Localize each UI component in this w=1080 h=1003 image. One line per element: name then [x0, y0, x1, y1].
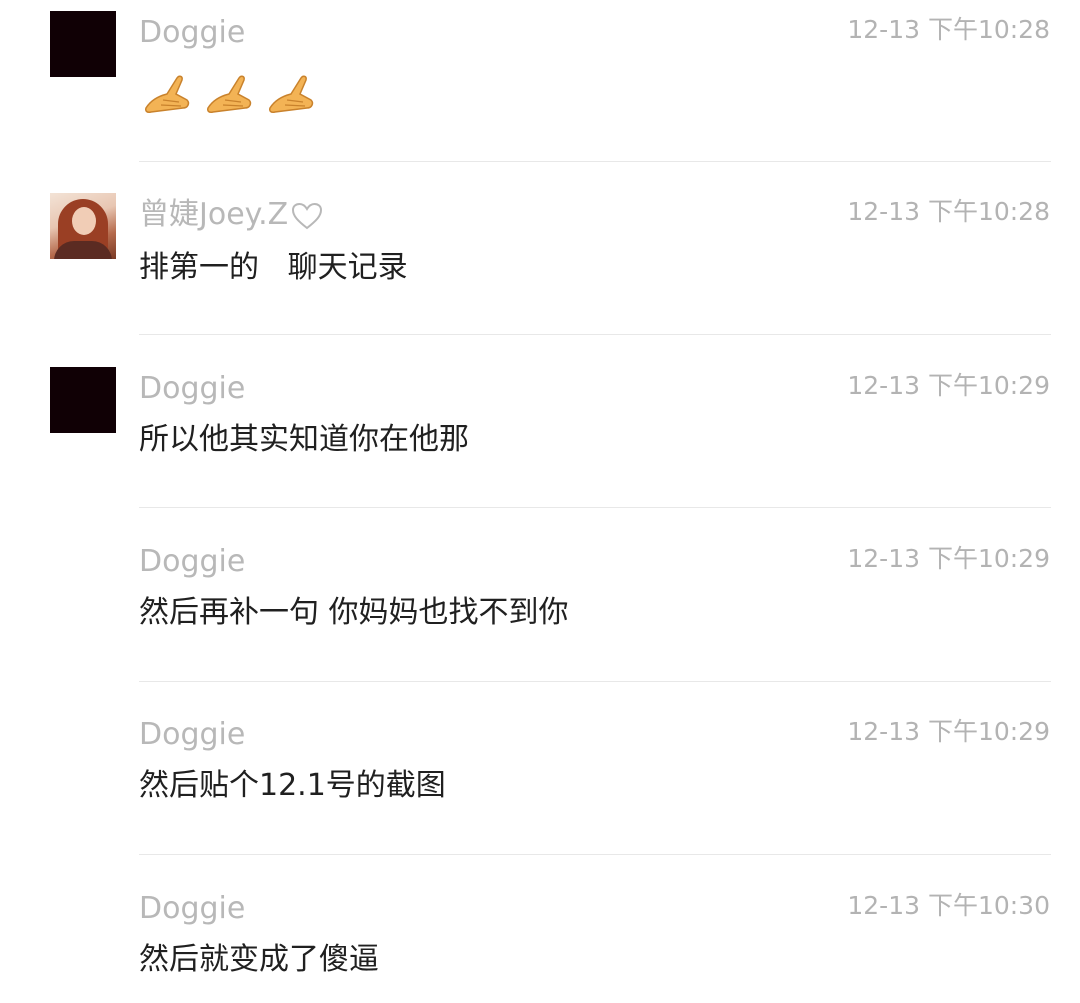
- message-timestamp: 12-13 下午10:30: [847, 891, 1050, 920]
- avatar[interactable]: [50, 11, 116, 77]
- message-divider: [139, 161, 1051, 162]
- message-timestamp: 12-13 下午10:28: [847, 15, 1050, 44]
- chat-message-item: Doggie 12-13 下午10:29 然后贴个12.1号的截图: [0, 700, 1080, 860]
- message-timestamp: 12-13 下午10:29: [847, 371, 1050, 400]
- message-text: 排第一的 聊天记录: [139, 250, 408, 285]
- sender-name: 曾婕Joey.Z: [139, 197, 289, 232]
- avatar-shirt: [54, 241, 112, 259]
- message-text: 所以他其实知道你在他那: [139, 422, 469, 457]
- chat-message-list[interactable]: Doggie 12-13 下午10:28 曾婕Joey.Z 12-13 下午10…: [0, 0, 1080, 1003]
- pinching-hand-icon: [269, 75, 314, 113]
- pinching-hand-icon: [145, 75, 190, 113]
- chat-message-item: Doggie 12-13 下午10:30 然后就变成了傻逼: [0, 873, 1080, 1003]
- chat-message-item: Doggie 12-13 下午10:28: [0, 0, 1080, 160]
- message-divider: [139, 681, 1051, 682]
- message-divider: [139, 334, 1051, 335]
- message-text: 然后再补一句 你妈妈也找不到你: [139, 595, 569, 630]
- sender-name[interactable]: Doggie: [139, 370, 245, 408]
- sender-name[interactable]: Doggie: [139, 14, 245, 52]
- avatar[interactable]: [50, 193, 116, 259]
- chat-message-item: Doggie 12-13 下午10:29 所以他其实知道你在他那: [0, 354, 1080, 514]
- sender-name[interactable]: Doggie: [139, 543, 245, 581]
- message-text: 然后就变成了傻逼: [139, 942, 379, 977]
- message-emoji-row: [143, 70, 329, 120]
- chat-message-item: 曾婕Joey.Z 12-13 下午10:28 排第一的 聊天记录: [0, 180, 1080, 340]
- pinching-hand-icon: [207, 75, 252, 113]
- chat-message-item: Doggie 12-13 下午10:29 然后再补一句 你妈妈也找不到你: [0, 527, 1080, 687]
- message-text: 然后贴个12.1号的截图: [139, 768, 446, 803]
- message-timestamp: 12-13 下午10:29: [847, 717, 1050, 746]
- heart-outline-icon: [292, 202, 323, 229]
- sender-name[interactable]: Doggie: [139, 716, 245, 754]
- message-timestamp: 12-13 下午10:29: [847, 544, 1050, 573]
- avatar-face: [72, 207, 96, 235]
- sender-name-row[interactable]: 曾婕Joey.Z: [139, 196, 324, 234]
- message-timestamp: 12-13 下午10:28: [847, 197, 1050, 226]
- message-divider: [139, 507, 1051, 508]
- avatar[interactable]: [50, 367, 116, 433]
- message-divider: [139, 854, 1051, 855]
- sender-name[interactable]: Doggie: [139, 890, 245, 928]
